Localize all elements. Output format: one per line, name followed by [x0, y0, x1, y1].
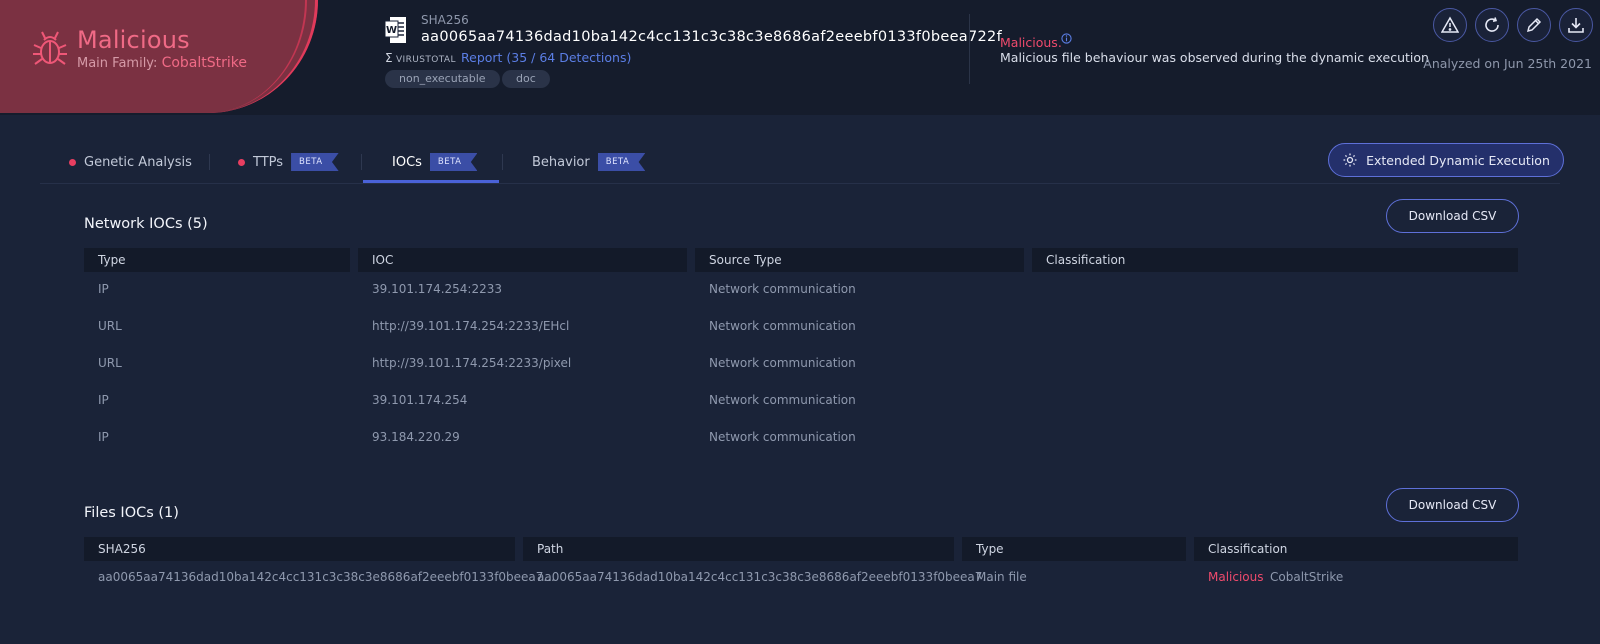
pencil-icon	[1526, 17, 1542, 33]
bug-icon	[33, 31, 67, 65]
virustotal-report-link[interactable]: Report (35 / 64 Detections)	[461, 50, 631, 65]
tab-genetic-analysis[interactable]: Genetic Analysis	[69, 140, 192, 184]
column-header-ioc[interactable]: IOC	[358, 248, 687, 272]
download-icon	[1568, 18, 1584, 33]
cell-ioc[interactable]: 39.101.174.254	[372, 393, 467, 407]
cell-ioc[interactable]: http://39.101.174.254:2233/pixel	[372, 356, 571, 370]
beta-badge: BETA	[597, 153, 646, 171]
gear-icon	[1343, 153, 1357, 167]
column-header-sha256[interactable]: SHA256	[84, 537, 515, 561]
analysis-header: Malicious Main Family: CobaltStrike W SH…	[0, 0, 1600, 115]
cell-source-type: Network communication	[709, 430, 856, 444]
tab-separator	[361, 154, 362, 170]
column-header-type[interactable]: Type	[962, 537, 1186, 561]
report-alert-button[interactable]	[1433, 8, 1467, 42]
tab-ttps[interactable]: TTPs BETA	[238, 140, 339, 184]
main-family-label: Main Family:	[77, 56, 158, 71]
active-tab-indicator	[363, 180, 499, 183]
analyzed-date: Analyzed on Jun 25th 2021	[1423, 56, 1592, 71]
tab-separator	[502, 154, 503, 170]
verdict-note-title: Malicious.	[1000, 35, 1062, 50]
info-icon[interactable]	[1061, 33, 1072, 44]
verdict-title: Malicious	[77, 26, 190, 54]
cell-sha256[interactable]: aa0065aa74136dad10ba142c4cc131c3c38c3e86…	[98, 570, 555, 584]
column-header-classification[interactable]: Classification	[1032, 248, 1518, 272]
tag-non-executable: non_executable	[385, 70, 500, 88]
network-download-csv-button[interactable]: Download CSV	[1386, 199, 1519, 233]
header-divider	[969, 14, 970, 84]
cell-ioc[interactable]: 93.184.220.29	[372, 430, 460, 444]
virustotal-icon: Σ	[385, 51, 393, 65]
cell-type: IP	[98, 282, 109, 296]
cell-type: URL	[98, 356, 122, 370]
tab-label: TTPs	[253, 154, 284, 170]
sha256-label: SHA256	[421, 13, 469, 27]
main-family: Main Family: CobaltStrike	[77, 55, 247, 71]
column-header-classification[interactable]: Classification	[1194, 537, 1518, 561]
verdict-panel: Malicious Main Family: CobaltStrike	[0, 0, 318, 113]
beta-badge: BETA	[429, 153, 478, 171]
alert-dot	[238, 158, 245, 166]
cell-type: IP	[98, 393, 109, 407]
extended-dynamic-execution-label: Extended Dynamic Execution	[1366, 152, 1550, 168]
virustotal-logo: Σ VIRUSTOTAL	[385, 51, 456, 65]
extended-dynamic-execution-button[interactable]: Extended Dynamic Execution	[1328, 143, 1564, 177]
network-iocs-title: Network IOCs (5)	[84, 216, 208, 232]
refresh-icon	[1485, 17, 1499, 32]
column-header-source-type[interactable]: Source Type	[695, 248, 1024, 272]
cell-type: Main file	[976, 570, 1027, 584]
cell-ioc[interactable]: http://39.101.174.254:2233/EHcl	[372, 319, 569, 333]
cell-path: aa0065aa74136dad10ba142c4cc131c3c38c3e86…	[537, 570, 994, 584]
tab-label: Genetic Analysis	[84, 154, 192, 170]
alert-dot	[69, 158, 76, 166]
tab-behavior[interactable]: Behavior BETA	[532, 140, 646, 184]
tab-separator	[209, 154, 210, 170]
cell-source-type: Network communication	[709, 319, 856, 333]
svg-text:W: W	[386, 25, 397, 36]
reanalyze-button[interactable]	[1475, 8, 1509, 42]
tab-label: IOCs	[392, 154, 422, 170]
column-header-type[interactable]: Type	[84, 248, 350, 272]
cell-source-type: Network communication	[709, 393, 856, 407]
warning-icon	[1441, 16, 1459, 33]
tab-label: Behavior	[532, 154, 590, 170]
verdict-note: Malicious file behaviour was observed du…	[1000, 50, 1429, 65]
edit-button[interactable]	[1517, 8, 1551, 42]
beta-badge: BETA	[291, 153, 339, 171]
classification-family[interactable]: CobaltStrike	[1270, 570, 1343, 584]
cell-ioc[interactable]: 39.101.174.254:2233	[372, 282, 502, 296]
main-family-value[interactable]: CobaltStrike	[162, 55, 247, 71]
tag-doc: doc	[502, 70, 550, 88]
sha256-value[interactable]: aa0065aa74136dad10ba142c4cc131c3c38c3e86…	[421, 29, 1002, 45]
cell-type: URL	[98, 319, 122, 333]
column-header-path[interactable]: Path	[523, 537, 954, 561]
classification-malicious: Malicious	[1208, 570, 1264, 584]
files-download-csv-button[interactable]: Download CSV	[1386, 488, 1519, 522]
word-document-icon: W	[385, 17, 406, 43]
cell-source-type: Network communication	[709, 356, 856, 370]
tab-iocs[interactable]: IOCs BETA	[392, 140, 478, 184]
download-button[interactable]	[1559, 8, 1593, 42]
files-iocs-title: Files IOCs (1)	[84, 505, 179, 521]
cell-type: IP	[98, 430, 109, 444]
virustotal-label: VIRUSTOTAL	[395, 55, 456, 65]
cell-source-type: Network communication	[709, 282, 856, 296]
